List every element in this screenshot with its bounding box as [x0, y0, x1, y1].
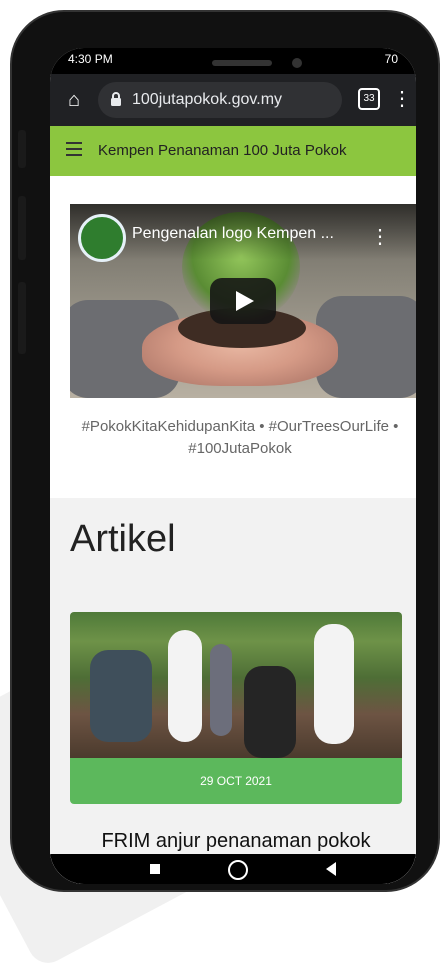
article-photo-person: [90, 650, 152, 742]
home-nav-icon[interactable]: [228, 860, 248, 880]
site-header: Kempen Penanaman 100 Juta Pokok: [50, 126, 416, 176]
address-bar[interactable]: 100jutapokok.gov.my: [98, 82, 342, 118]
section-title: Artikel: [70, 518, 176, 560]
home-icon[interactable]: ⌂: [62, 88, 86, 112]
video-player[interactable]: Pengenalan logo Kempen ... ⋮: [70, 204, 416, 398]
lock-icon: [111, 92, 121, 106]
video-title[interactable]: Pengenalan logo Kempen ...: [132, 225, 334, 243]
system-nav-bar: [50, 854, 416, 884]
hashtag-list: #PokokKitaKehidupanKita • #OurTreesOurLi…: [81, 418, 399, 457]
play-icon[interactable]: [210, 278, 276, 324]
battery-level: 70: [384, 52, 398, 66]
article-photo-person: [314, 624, 354, 744]
video-card: Pengenalan logo Kempen ... ⋮ #PokokKitaK…: [50, 176, 416, 498]
side-button: [18, 130, 26, 168]
menu-icon[interactable]: ⋮: [392, 88, 412, 112]
url-text: 100jutapokok.gov.my: [132, 91, 283, 108]
article-photo[interactable]: [70, 612, 402, 758]
article-date: 29 OCT 2021: [70, 758, 402, 804]
channel-logo[interactable]: [78, 214, 126, 262]
site-title[interactable]: Kempen Penanaman 100 Juta Pokok: [98, 142, 347, 159]
article-photo-person: [244, 666, 296, 758]
article-photo-person: [210, 644, 232, 736]
article-card[interactable]: 29 OCT 2021: [70, 612, 402, 804]
more-vert-icon[interactable]: ⋮: [370, 224, 390, 249]
article-section: Artikel 29 OCT 2021 FRIM anjur penanaman…: [50, 498, 416, 884]
front-camera: [292, 58, 302, 68]
side-button: [18, 282, 26, 354]
status-time: 4:30 PM: [68, 52, 113, 66]
hamburger-icon[interactable]: [66, 142, 82, 156]
browser-screen: 4:30 PM 70 ⌂ 100jutapokok.gov.my 33 ⋮ Ke…: [50, 48, 416, 884]
side-button: [18, 196, 26, 260]
browser-toolbar: ⌂ 100jutapokok.gov.my 33 ⋮: [50, 74, 416, 126]
tabs-icon[interactable]: 33: [358, 88, 380, 110]
phone-frame: 4:30 PM 70 ⌂ 100jutapokok.gov.my 33 ⋮ Ke…: [12, 12, 438, 890]
back-icon[interactable]: [326, 862, 336, 876]
play-triangle: [236, 291, 254, 311]
article-title[interactable]: FRIM anjur penanaman pokok: [70, 830, 402, 853]
article-photo-person: [168, 630, 202, 742]
recent-apps-icon[interactable]: [150, 864, 160, 874]
speaker-grille: [212, 60, 272, 66]
page-content: Pengenalan logo Kempen ... ⋮ #PokokKitaK…: [50, 176, 416, 884]
